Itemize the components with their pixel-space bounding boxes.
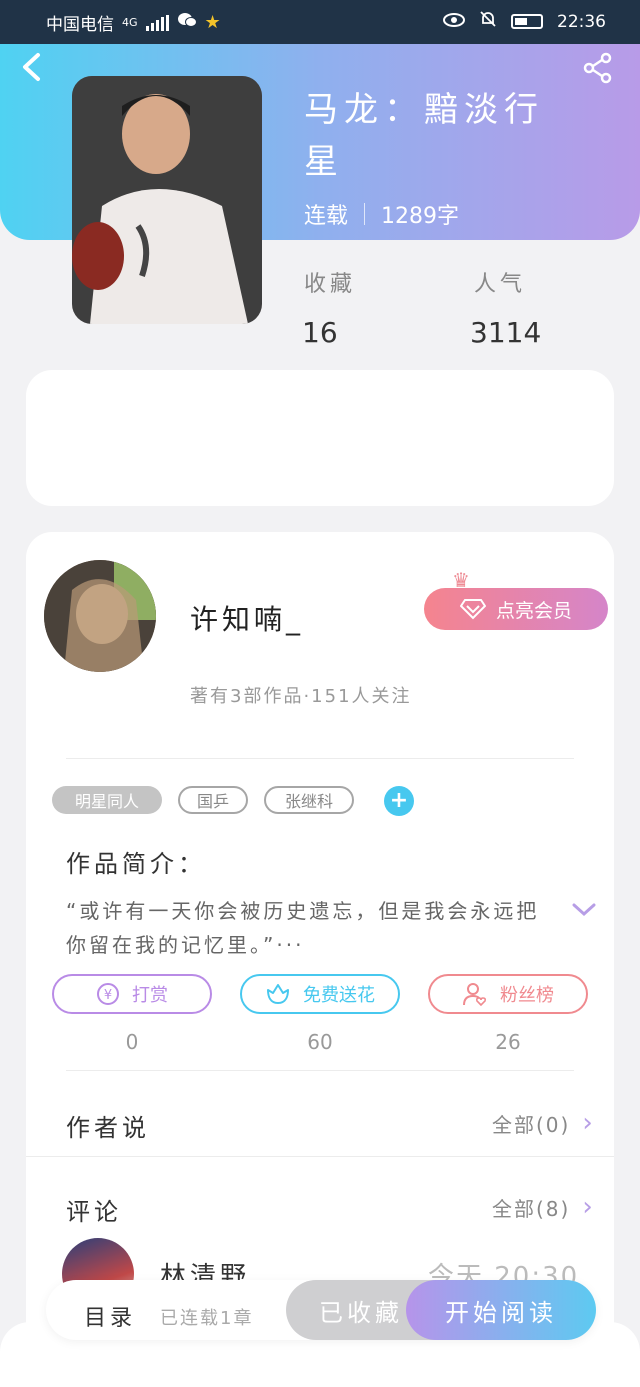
vip-button[interactable]: 点亮会员 xyxy=(424,588,608,630)
send-flower-button[interactable]: 免费送花 xyxy=(240,974,400,1014)
fan-rank-button[interactable]: 粉丝榜 xyxy=(428,974,588,1014)
chevron-right-icon: › xyxy=(582,1108,595,1138)
intro-text: “或许有一天你会被历史遗忘，但是我会永远把你留在我的记忆里。”··· xyxy=(66,899,540,957)
comments-title: 评论 xyxy=(66,1198,122,1226)
book-title: 马龙：黯淡行星 xyxy=(304,90,544,182)
yen-icon: ¥ xyxy=(97,983,119,1005)
empty-card xyxy=(26,370,614,506)
divider xyxy=(66,758,574,759)
popularity-label: 人气 xyxy=(474,272,527,297)
tag-3[interactable]: 张继科 xyxy=(264,786,354,814)
catalog-button[interactable]: 目录 xyxy=(84,1300,136,1332)
author-says-all-link[interactable]: 全部(0) › xyxy=(492,1108,595,1138)
chevron-right-icon: › xyxy=(582,1192,595,1222)
comments-all-label: 全部(8) xyxy=(492,1196,571,1221)
expand-chevron-icon[interactable] xyxy=(572,902,596,922)
book-status-row: 连载 1289字 xyxy=(304,198,459,230)
battery-icon xyxy=(511,14,543,29)
author-avatar[interactable] xyxy=(44,560,156,672)
reward-count: 0 xyxy=(125,1030,139,1054)
share-icon xyxy=(583,52,612,84)
fan-rank-label: 粉丝榜 xyxy=(500,985,554,1006)
carrier-label: 中国电信 xyxy=(46,15,114,35)
back-arrow-icon xyxy=(23,53,40,81)
author-says-all-label: 全部(0) xyxy=(492,1112,571,1137)
flower-count: 60 xyxy=(307,1030,333,1054)
eye-icon xyxy=(443,12,465,32)
collect-label: 收藏 xyxy=(304,272,357,297)
status-left: 中国电信 4G ★ xyxy=(46,10,221,35)
flower-icon xyxy=(267,984,289,1004)
intro-title: 作品简介： xyxy=(66,850,206,878)
reward-button[interactable]: ¥ 打赏 xyxy=(52,974,212,1014)
time-label: 22:36 xyxy=(557,11,606,32)
send-flower-label: 免费送花 xyxy=(303,985,375,1006)
wechat-icon xyxy=(177,12,197,33)
bell-off-icon xyxy=(479,10,497,33)
divider xyxy=(26,1156,614,1157)
updated-chapters-label: 已连载1章 xyxy=(160,1308,254,1329)
user-heart-icon xyxy=(463,983,487,1007)
svg-text:¥: ¥ xyxy=(104,988,112,1003)
divider xyxy=(66,1070,574,1071)
author-meta: 著有3部作品·151人关注 xyxy=(190,686,412,707)
author-says-title: 作者说 xyxy=(66,1114,150,1142)
reward-label: 打赏 xyxy=(132,985,168,1006)
share-button[interactable] xyxy=(582,52,614,88)
fan-count: 26 xyxy=(495,1030,521,1054)
diamond-icon xyxy=(459,599,486,620)
vip-button-label: 点亮会员 xyxy=(495,599,572,622)
back-button[interactable] xyxy=(20,52,42,86)
network-label: 4G xyxy=(122,16,138,29)
signal-icon xyxy=(145,14,169,31)
popularity-count: 3114 xyxy=(470,316,542,349)
serial-status: 连载 xyxy=(304,204,349,229)
word-count: 1289字 xyxy=(381,204,460,229)
book-cover-image[interactable] xyxy=(72,76,262,324)
add-tag-button[interactable]: + xyxy=(384,786,414,816)
start-reading-button[interactable]: 开始阅读 xyxy=(406,1280,596,1340)
collect-count: 16 xyxy=(302,316,338,349)
tag-2[interactable]: 国乒 xyxy=(178,786,248,814)
tag-1[interactable]: 明星同人 xyxy=(52,786,162,814)
comments-all-link[interactable]: 全部(8) › xyxy=(492,1192,595,1222)
status-right: 22:36 xyxy=(443,10,606,33)
author-name[interactable]: 许知喃_ xyxy=(190,598,304,638)
star-icon: ★ xyxy=(204,12,221,33)
status-divider xyxy=(364,203,366,225)
